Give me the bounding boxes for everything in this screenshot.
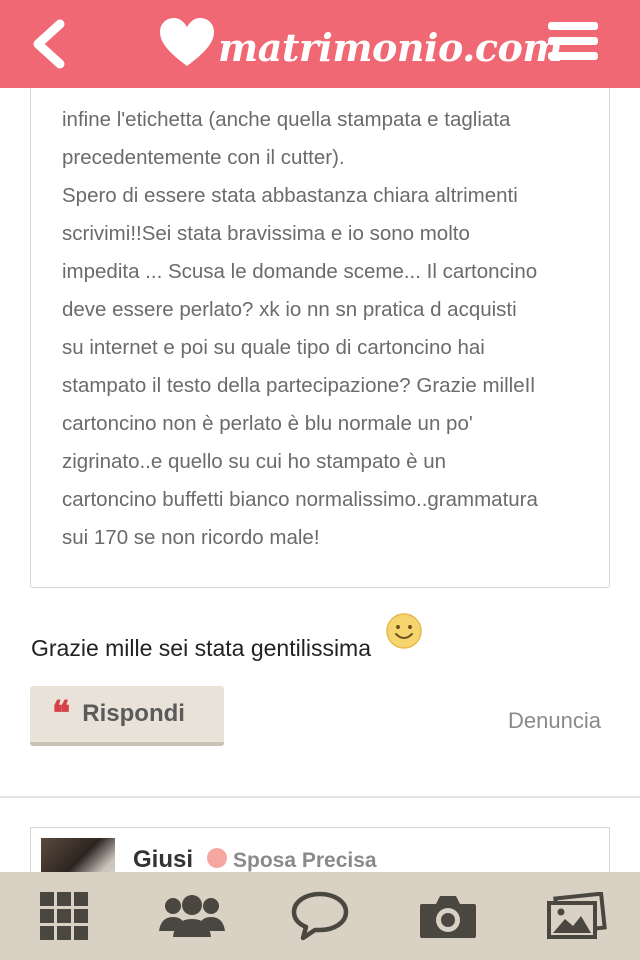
heart-icon — [160, 18, 214, 66]
app-header: matrimonio.com — [0, 0, 640, 88]
quote-line: stampato il testo della partecipazione? … — [62, 374, 535, 397]
quote-line: zigrinato..e quello su cui ho stampato è… — [62, 450, 447, 473]
nav-camera[interactable] — [413, 886, 483, 946]
nav-chat[interactable] — [285, 886, 355, 946]
nav-community[interactable] — [157, 886, 227, 946]
quoted-post-text: infine l'etichetta (anche quella stampat… — [62, 101, 592, 557]
menu-button[interactable] — [548, 22, 600, 66]
quote-line: scrivimi!!Sei stata bravissima e io sono… — [62, 222, 470, 245]
reply-button-label: Rispondi — [82, 700, 185, 727]
chevron-left-icon — [33, 19, 65, 69]
author-name[interactable]: Giusi — [133, 846, 193, 874]
grid-icon — [40, 892, 88, 940]
report-link[interactable]: Denuncia — [508, 708, 601, 734]
brand-logo[interactable]: matrimonio.com — [158, 10, 563, 76]
camera-icon — [420, 896, 476, 938]
author-role: Sposa Precisa — [233, 849, 377, 872]
quote-icon: ❝ — [52, 694, 71, 734]
quote-line: cartoncino buffetti bianco normalissimo.… — [62, 488, 538, 511]
post-divider — [0, 796, 640, 798]
quote-line: Spero di essere stata abbastanza chiara … — [62, 184, 518, 207]
page: matrimonio.com infine l'etichetta (anche… — [0, 0, 640, 960]
quoted-post: infine l'etichetta (anche quella stampat… — [30, 70, 610, 588]
nav-grid[interactable] — [29, 886, 99, 946]
status-dot — [207, 848, 227, 868]
hamburger-menu-icon — [548, 22, 598, 30]
nav-photos[interactable] — [541, 886, 611, 946]
quote-line: sui 170 se non ricordo male! — [62, 526, 320, 549]
back-button[interactable] — [26, 16, 76, 72]
quote-line: impedita ... Scusa le domande sceme... I… — [62, 260, 538, 283]
smiley-icon — [386, 613, 422, 649]
menu-bar — [548, 37, 598, 45]
quote-line: precedentemente con il cutter). — [62, 146, 345, 169]
quote-line: cartoncino non è perlato è blu normale u… — [62, 412, 473, 435]
logo-text: matrimonio.com — [218, 24, 563, 70]
bottom-nav — [0, 872, 640, 960]
reply-message: Grazie mille sei stata gentilissima — [31, 613, 423, 668]
chat-bubble-icon — [291, 891, 349, 941]
reply-text: Grazie mille sei stata gentilissima — [31, 635, 372, 661]
reply-button[interactable]: ❝ Rispondi — [30, 686, 224, 746]
quote-line: infine l'etichetta (anche quella stampat… — [62, 108, 511, 131]
menu-bar — [548, 52, 598, 60]
quote-line: deve essere perlato? xk io nn sn pratica… — [62, 298, 517, 321]
quote-line: su internet e poi su quale tipo di carto… — [62, 336, 485, 359]
photos-icon — [547, 892, 607, 939]
community-icon — [159, 895, 225, 937]
